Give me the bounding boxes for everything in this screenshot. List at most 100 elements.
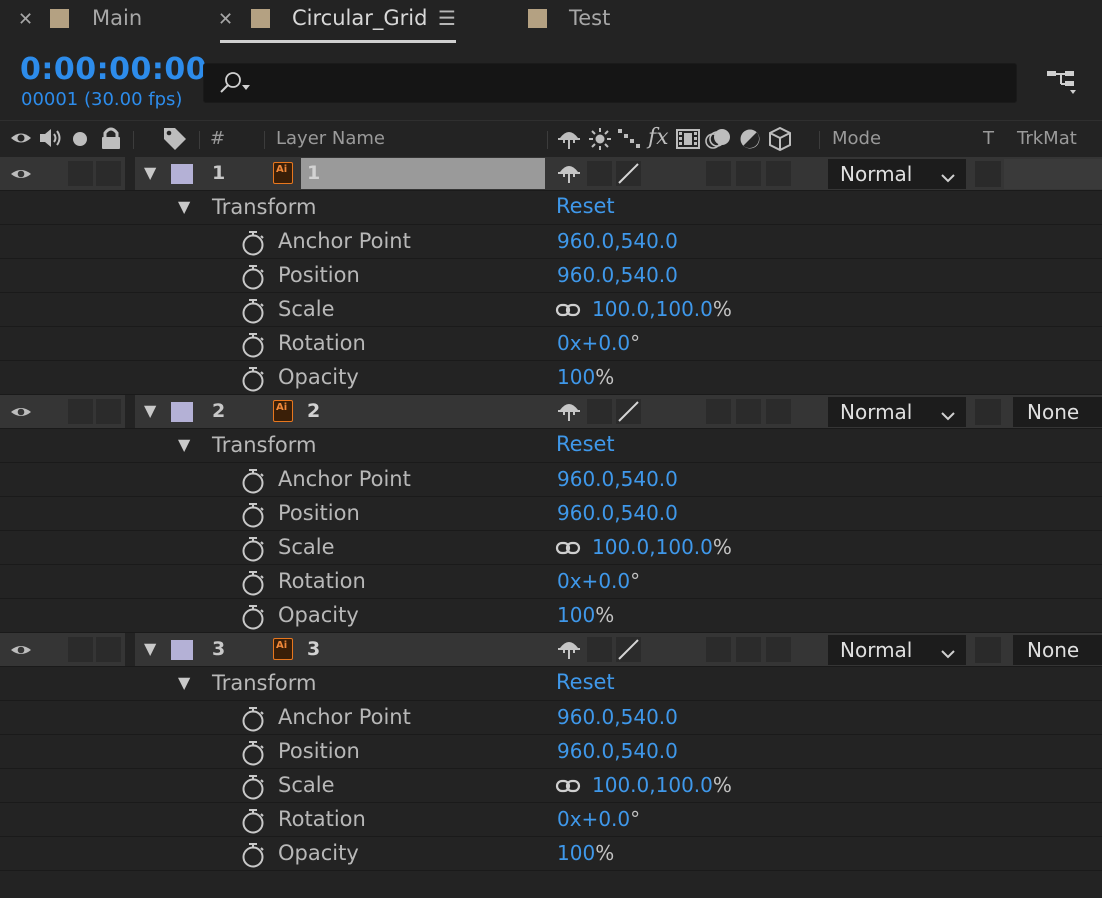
collapse-sun-icon[interactable] [589, 128, 611, 150]
property-row[interactable]: Anchor Point 960.0,540.0 [0, 463, 1102, 497]
eye-visibility-icon[interactable] [10, 166, 32, 186]
property-value-number[interactable]: 960.0,540.0 [557, 501, 678, 525]
expand-triangle-icon[interactable]: ▼ [144, 401, 156, 420]
t-column-header[interactable]: T [983, 128, 994, 149]
stopwatch-icon[interactable] [241, 604, 265, 634]
stopwatch-icon[interactable] [241, 298, 265, 328]
property-row[interactable]: Position 960.0,540.0 [0, 497, 1102, 531]
collapse-switch-box[interactable] [587, 161, 612, 186]
tab-main[interactable]: ✕ Main [0, 0, 200, 44]
mode-column-header[interactable]: Mode [832, 128, 881, 149]
blend-mode-dropdown[interactable]: Normal [828, 635, 966, 665]
preserve-transparency-box[interactable] [975, 399, 1001, 425]
switch-box[interactable] [736, 161, 761, 186]
stopwatch-icon[interactable] [241, 536, 265, 566]
adjustment-layer-icon[interactable] [739, 128, 761, 150]
reset-button[interactable]: Reset [556, 432, 615, 456]
switch-box[interactable] [736, 399, 761, 424]
stopwatch-icon[interactable] [241, 808, 265, 838]
property-value-number[interactable]: 100.0,100.0 [592, 297, 713, 321]
constrain-proportions-link-icon[interactable] [555, 302, 581, 322]
property-row[interactable]: Scale 100.0,100.0% [0, 293, 1102, 327]
tab-circular-grid[interactable]: ✕ Circular_Grid ☰ [210, 0, 460, 44]
shy-icon[interactable] [557, 637, 581, 665]
stopwatch-icon[interactable] [241, 740, 265, 770]
switch-box[interactable] [766, 637, 791, 662]
property-value[interactable]: 0x+0.0° [557, 807, 640, 831]
shy-icon[interactable] [557, 127, 581, 151]
property-value-number[interactable]: 100 [557, 603, 595, 627]
stopwatch-icon[interactable] [241, 332, 265, 362]
tab-test[interactable]: Test [520, 0, 640, 44]
track-matte-dropdown[interactable]: None [1013, 635, 1102, 665]
property-value[interactable]: 0x+0.0° [557, 331, 640, 355]
number-column-header[interactable]: # [210, 128, 225, 149]
property-value-number[interactable]: 100.0,100.0 [592, 773, 713, 797]
blend-mode-dropdown[interactable]: Normal [828, 159, 966, 189]
frame-blending-icon[interactable] [676, 129, 700, 149]
reset-button[interactable]: Reset [556, 194, 615, 218]
switch-box[interactable] [766, 161, 791, 186]
property-value[interactable]: 960.0,540.0 [557, 263, 678, 287]
expand-triangle-icon[interactable]: ▼ [178, 673, 190, 692]
property-value[interactable]: 100.0,100.0% [592, 297, 732, 321]
stopwatch-icon[interactable] [241, 468, 265, 498]
preserve-transparency-box[interactable] [975, 637, 1001, 663]
property-row[interactable]: Position 960.0,540.0 [0, 735, 1102, 769]
property-row[interactable]: Opacity 100% [0, 599, 1102, 633]
property-value[interactable]: 100.0,100.0% [592, 535, 732, 559]
stopwatch-icon[interactable] [241, 842, 265, 872]
expand-triangle-icon[interactable]: ▼ [144, 163, 156, 182]
layer-name[interactable]: 2 [307, 400, 320, 422]
switch-box[interactable] [68, 637, 93, 662]
switch-box[interactable] [96, 161, 121, 186]
stopwatch-icon[interactable] [241, 264, 265, 294]
eye-visibility-icon[interactable] [10, 404, 32, 424]
switch-box[interactable] [766, 399, 791, 424]
property-value-number[interactable]: 960.0,540.0 [557, 467, 678, 491]
layer-row[interactable]: ▼ 2 Ai 2 Normal None [0, 395, 1102, 429]
property-row[interactable]: Anchor Point 960.0,540.0 [0, 225, 1102, 259]
search-input[interactable] [203, 63, 1017, 103]
3d-layer-cube-icon[interactable] [767, 126, 793, 152]
property-value[interactable]: 0x+0.0° [557, 569, 640, 593]
property-row[interactable]: Opacity 100% [0, 837, 1102, 871]
switch-box[interactable] [706, 399, 731, 424]
property-value-number[interactable]: 0x+0.0 [557, 569, 630, 593]
property-value-number[interactable]: 100 [557, 365, 595, 389]
property-value[interactable]: 100% [557, 603, 614, 627]
property-value[interactable]: 960.0,540.0 [557, 739, 678, 763]
property-value-number[interactable]: 0x+0.0 [557, 331, 630, 355]
lock-icon[interactable] [100, 126, 122, 150]
property-value-number[interactable]: 960.0,540.0 [557, 229, 678, 253]
stopwatch-icon[interactable] [241, 366, 265, 396]
property-value[interactable]: 100% [557, 841, 614, 865]
stopwatch-icon[interactable] [241, 502, 265, 532]
property-row[interactable]: Position 960.0,540.0 [0, 259, 1102, 293]
quality-slash-icon[interactable] [616, 637, 641, 662]
expand-triangle-icon[interactable]: ▼ [178, 435, 190, 454]
property-value-number[interactable]: 0x+0.0 [557, 807, 630, 831]
property-value-number[interactable]: 960.0,540.0 [557, 263, 678, 287]
expand-triangle-icon[interactable]: ▼ [178, 197, 190, 216]
property-value-number[interactable]: 960.0,540.0 [557, 739, 678, 763]
transform-group-row[interactable]: ▼ Transform Reset [0, 429, 1102, 463]
stopwatch-icon[interactable] [241, 774, 265, 804]
flowchart-icon[interactable] [1045, 68, 1079, 98]
property-row[interactable]: Rotation 0x+0.0° [0, 327, 1102, 361]
property-row[interactable]: Scale 100.0,100.0% [0, 531, 1102, 565]
track-matte-dropdown[interactable]: None [1013, 397, 1102, 427]
property-row[interactable]: Rotation 0x+0.0° [0, 803, 1102, 837]
property-value[interactable]: 960.0,540.0 [557, 705, 678, 729]
layer-row[interactable]: ▼ 3 Ai 3 Normal None [0, 633, 1102, 667]
switch-box[interactable] [706, 161, 731, 186]
collapse-switch-box[interactable] [587, 637, 612, 662]
panel-menu-icon[interactable]: ☰ [438, 6, 456, 30]
property-value-number[interactable]: 960.0,540.0 [557, 705, 678, 729]
property-value[interactable]: 960.0,540.0 [557, 467, 678, 491]
property-value[interactable]: 100.0,100.0% [592, 773, 732, 797]
property-row[interactable]: Rotation 0x+0.0° [0, 565, 1102, 599]
quality-slash-icon[interactable] [616, 399, 641, 424]
label-color-swatch[interactable] [171, 402, 193, 422]
motion-blur-icon[interactable] [704, 127, 732, 151]
